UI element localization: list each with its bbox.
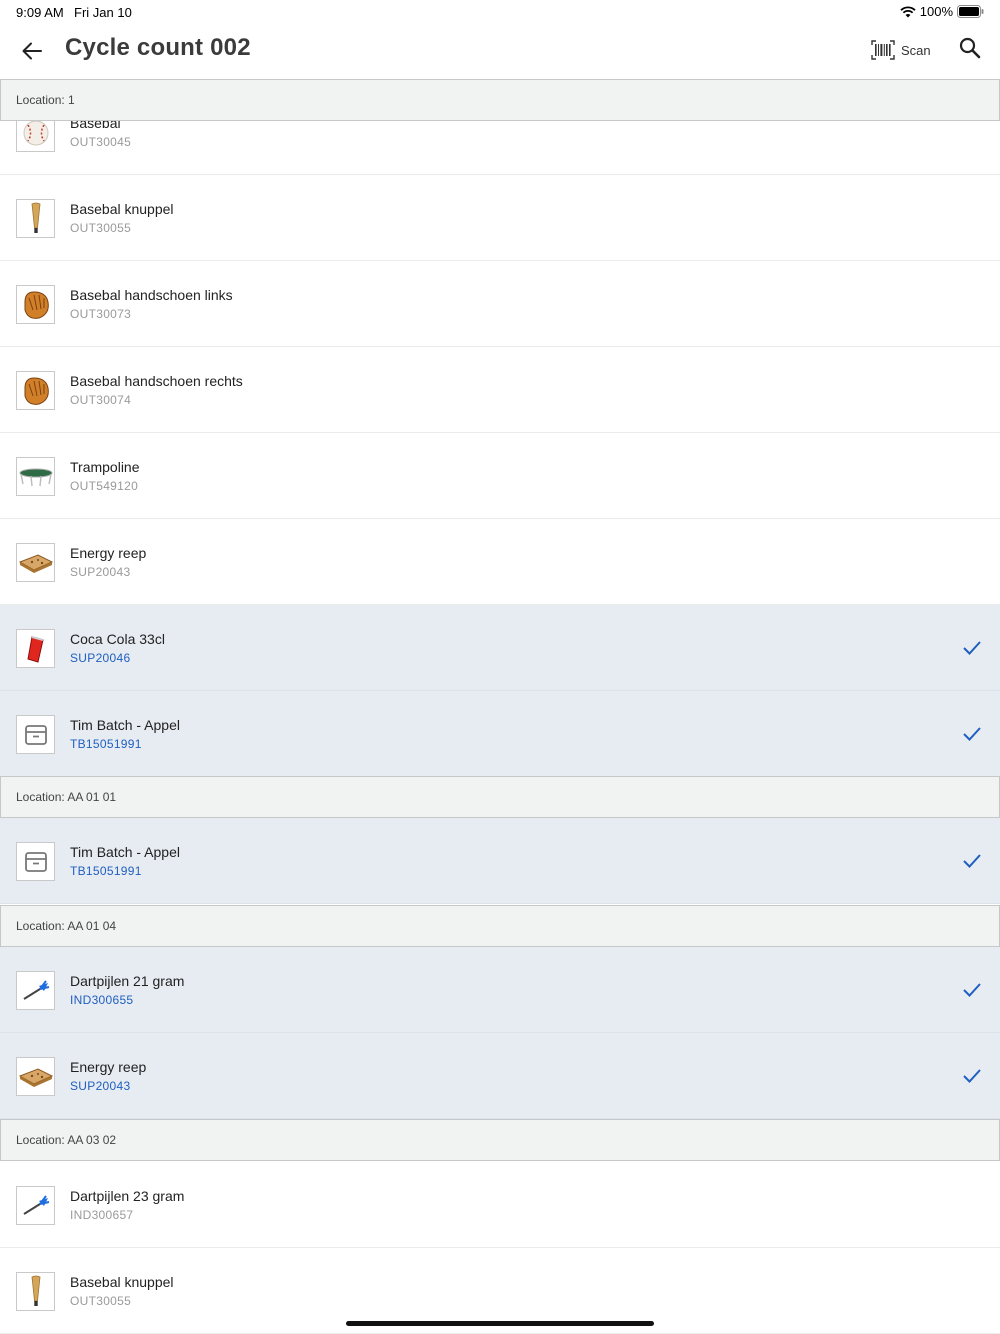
item-name: Tim Batch - Appel — [70, 844, 180, 860]
item-code: SUP20046 — [70, 651, 131, 665]
archive-box-icon — [16, 715, 55, 754]
list-item[interactable]: Energy reep SUP20043 — [0, 1033, 1000, 1119]
list-item[interactable]: Basebal knuppel OUT30055 — [0, 175, 1000, 261]
item-code: TB15051991 — [70, 737, 142, 751]
status-indicators: 100% — [900, 4, 984, 19]
app-header: Cycle count 002 Scan — [0, 24, 1000, 79]
list-item[interactable]: Energy reep SUP20043 — [0, 519, 1000, 605]
item-code: IND300657 — [70, 1208, 134, 1222]
battery-percent: 100% — [919, 4, 953, 19]
barcode-icon — [871, 40, 895, 60]
item-name: Coca Cola 33cl — [70, 631, 165, 647]
status-bar: 9:09 AM Fri Jan 10 100% — [0, 0, 1000, 24]
location-label: Location: AA 03 02 — [16, 1133, 117, 1147]
list-item[interactable]: Basebal handschoen rechts OUT30074 — [0, 347, 1000, 433]
checkmark-icon — [963, 854, 981, 868]
location-header: Location: AA 03 02 — [0, 1119, 1000, 1161]
dart-icon — [16, 971, 55, 1010]
location-header: Location: AA 01 01 — [0, 776, 1000, 818]
item-code: OUT30074 — [70, 393, 132, 407]
arrow-left-icon — [22, 42, 42, 60]
item-code: OUT30045 — [70, 135, 132, 149]
location-header: Location: AA 01 04 — [0, 905, 1000, 947]
location-label: Location: 1 — [16, 93, 75, 107]
baseball-bat-icon — [16, 199, 55, 238]
count-list[interactable]: Location: 1 Basebal OUT30045 Basebal knu… — [0, 79, 1000, 1334]
list-item[interactable]: Coca Cola 33cl SUP20046 — [0, 605, 1000, 691]
item-name: Dartpijlen 21 gram — [70, 973, 185, 989]
home-indicator[interactable] — [346, 1321, 654, 1326]
item-code: OUT549120 — [70, 479, 139, 493]
dart-icon — [16, 1186, 55, 1225]
scan-button[interactable]: Scan — [871, 38, 931, 62]
status-time: 9:09 AM — [16, 5, 64, 20]
item-code: SUP20043 — [70, 565, 131, 579]
location-label: Location: AA 01 01 — [16, 790, 117, 804]
soda-can-icon — [16, 629, 55, 668]
item-code: TB15051991 — [70, 864, 142, 878]
location-label: Location: AA 01 04 — [16, 919, 117, 933]
list-item[interactable]: Dartpijlen 21 gram IND300655 — [0, 947, 1000, 1033]
item-name: Energy reep — [70, 545, 147, 561]
search-icon — [959, 37, 981, 59]
energy-bar-icon — [16, 1057, 55, 1096]
back-button[interactable] — [18, 37, 46, 65]
item-code: IND300655 — [70, 993, 134, 1007]
item-name: Energy reep — [70, 1059, 147, 1075]
item-name: Basebal handschoen rechts — [70, 373, 243, 389]
item-name: Dartpijlen 23 gram — [70, 1188, 185, 1204]
checkmark-icon — [963, 1069, 981, 1083]
item-code: OUT30073 — [70, 307, 132, 321]
archive-box-icon — [16, 842, 55, 881]
checkmark-icon — [963, 641, 981, 655]
list-item[interactable]: Trampoline OUT549120 — [0, 433, 1000, 519]
item-code: OUT30055 — [70, 1294, 132, 1308]
list-item[interactable]: Tim Batch - Appel TB15051991 — [0, 691, 1000, 777]
checkmark-icon — [963, 727, 981, 741]
page-title: Cycle count 002 — [65, 34, 251, 61]
checkmark-icon — [963, 983, 981, 997]
item-code: SUP20043 — [70, 1079, 131, 1093]
item-name: Basebal knuppel — [70, 1274, 174, 1290]
scan-label: Scan — [901, 42, 931, 58]
list-item[interactable]: Dartpijlen 23 gram IND300657 — [0, 1162, 1000, 1248]
wifi-icon — [900, 5, 916, 18]
list-item[interactable]: Tim Batch - Appel TB15051991 — [0, 818, 1000, 904]
item-name: Basebal handschoen links — [70, 287, 233, 303]
trampoline-icon — [16, 457, 55, 496]
list-item[interactable]: Basebal handschoen links OUT30073 — [0, 261, 1000, 347]
item-name: Trampoline — [70, 459, 140, 475]
baseball-glove-icon — [16, 371, 55, 410]
battery-icon — [957, 5, 984, 18]
baseball-glove-icon — [16, 285, 55, 324]
status-date: Fri Jan 10 — [74, 5, 132, 20]
location-header: Location: 1 — [0, 79, 1000, 121]
item-name: Tim Batch - Appel — [70, 717, 180, 733]
item-code: OUT30055 — [70, 221, 132, 235]
energy-bar-icon — [16, 543, 55, 582]
search-button[interactable] — [958, 36, 984, 62]
baseball-bat-icon — [16, 1272, 55, 1311]
item-name: Basebal knuppel — [70, 201, 174, 217]
